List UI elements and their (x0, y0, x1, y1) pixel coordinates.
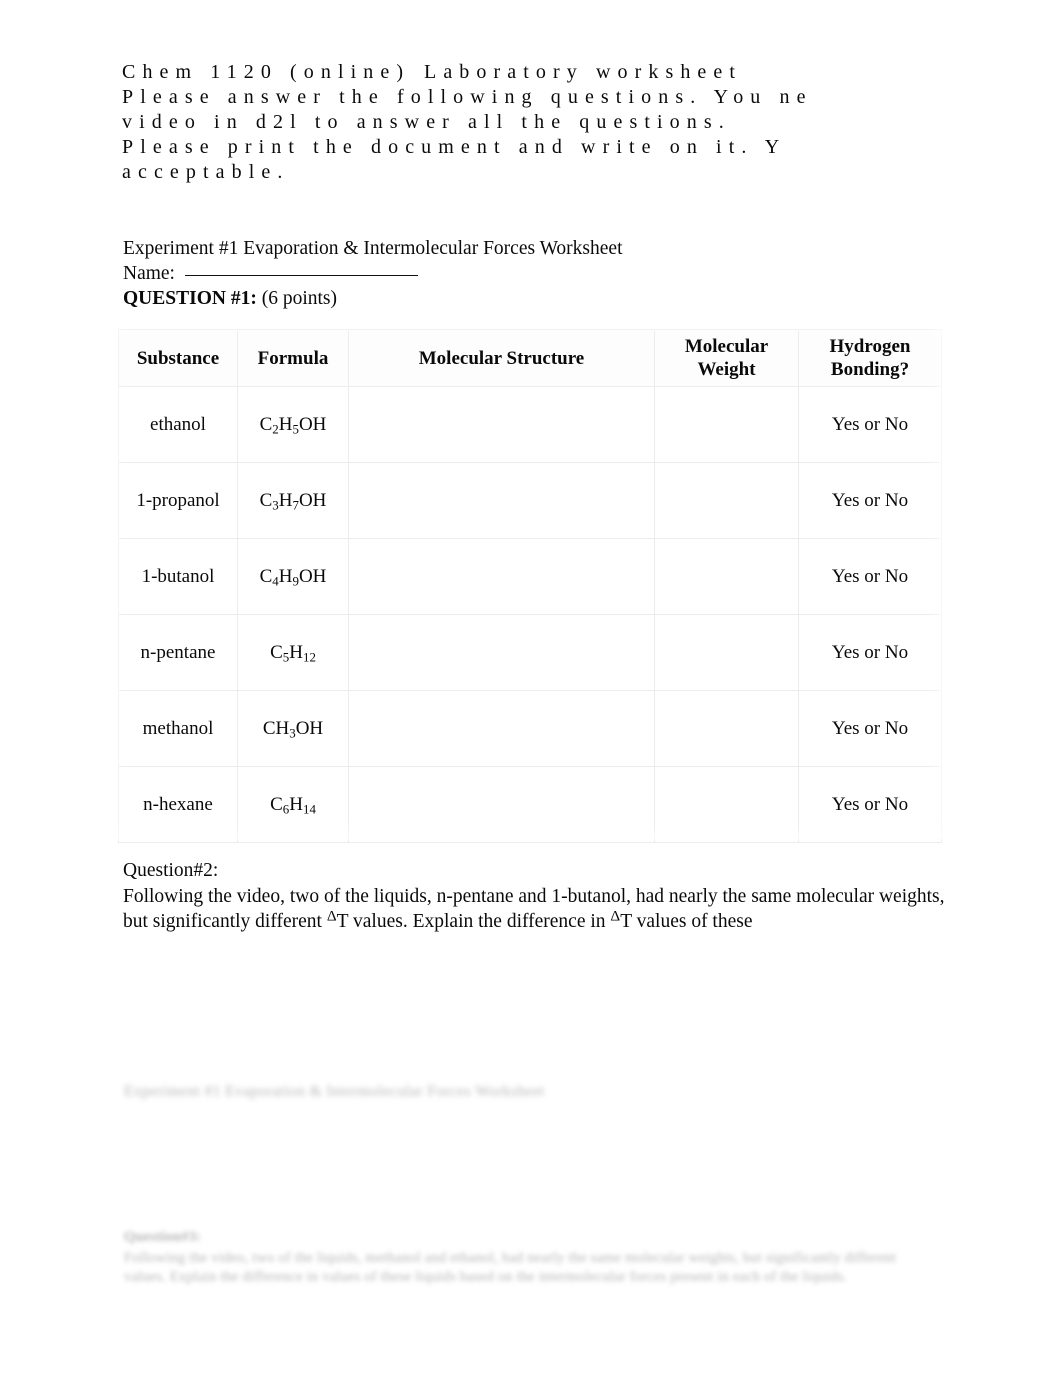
table-row: ethanol C2H5OH Yes or No (118, 386, 942, 463)
table-header-row: Substance Formula Molecular Structure Mo… (118, 329, 942, 387)
cell-substance: 1-butanol (118, 538, 238, 615)
cell-formula: C4H9OH (237, 538, 349, 615)
worksheet-header: Chem 1120 (online) Laboratory worksheet … (122, 60, 1062, 185)
column-header-hydrogen-bonding-line2: Bonding? (830, 359, 910, 380)
question-2-body: Following the video, two of the liquids,… (123, 884, 953, 935)
cell-molecular-weight[interactable] (654, 538, 799, 615)
header-line-4: Please print the document and write on i… (122, 135, 1062, 160)
cell-molecular-weight[interactable] (654, 766, 799, 843)
name-field-row: Name: (123, 261, 418, 286)
cell-molecular-weight[interactable] (654, 690, 799, 767)
delta-symbol-2: Δ (610, 907, 621, 925)
table-row: n-hexane C6H14 Yes or No (118, 766, 942, 843)
column-header-substance: Substance (118, 329, 238, 387)
cell-molecular-structure[interactable] (348, 690, 655, 767)
substances-table: Substance Formula Molecular Structure Mo… (118, 329, 942, 843)
cell-molecular-structure[interactable] (348, 386, 655, 463)
table-row: 1-propanol C3H7OH Yes or No (118, 462, 942, 539)
cell-formula: C5H12 (237, 614, 349, 691)
cell-molecular-weight[interactable] (654, 386, 799, 463)
faded-paragraph-body: Following the video, two of the liquids,… (124, 1249, 897, 1286)
cell-substance: ethanol (118, 386, 238, 463)
document-page: Chem 1120 (online) Laboratory worksheet … (0, 0, 1062, 1377)
header-line-5: acceptable. (122, 160, 1062, 185)
delta-symbol-1: Δ (326, 907, 337, 925)
question-2-text-c: T values of these (620, 911, 753, 932)
cell-formula: C6H14 (237, 766, 349, 843)
table-row: 1-butanol C4H9OH Yes or No (118, 538, 942, 615)
cell-hydrogen-bonding[interactable]: Yes or No (798, 462, 942, 539)
cell-molecular-structure[interactable] (348, 462, 655, 539)
cell-formula: CH3OH (237, 690, 349, 767)
column-header-molecular-weight: Molecular Weight (654, 329, 799, 387)
header-line-2-text: Please answer the following questions. Y… (122, 86, 813, 108)
cell-hydrogen-bonding[interactable]: Yes or No (798, 386, 942, 463)
column-header-molecular-structure: Molecular Structure (348, 329, 655, 387)
cell-hydrogen-bonding[interactable]: Yes or No (798, 690, 942, 767)
column-header-hydrogen-bonding: Hydrogen Bonding? (798, 329, 942, 387)
faded-paragraph-heading: Question#3: (124, 1229, 202, 1245)
faded-title-artifact: Experiment #1 Evaporation & Intermolecul… (124, 1083, 545, 1100)
question-1-heading: QUESTION #1: (6 points) (123, 286, 337, 311)
cell-formula: C2H5OH (237, 386, 349, 463)
cell-substance: n-pentane (118, 614, 238, 691)
column-header-molecular-weight-line2: Weight (697, 359, 756, 380)
faded-paragraph-artifact: Question#3: Following the video, two of … (124, 1228, 939, 1288)
header-line-5-text: acceptable. (122, 161, 290, 183)
cell-hydrogen-bonding[interactable]: Yes or No (798, 538, 942, 615)
header-line-1-laboratory: Laboratory worksheet (424, 61, 743, 83)
question-2-block: Question#2: Following the video, two of … (123, 858, 953, 935)
question-1-label: QUESTION #1: (123, 288, 257, 309)
question-1-points: (6 points) (261, 288, 337, 309)
name-input-rule[interactable] (184, 275, 418, 276)
column-header-molecular-weight-line1: Molecular (684, 336, 769, 357)
header-line-1: Chem 1120 (online) Laboratory worksheet (122, 60, 1062, 85)
table-head: Substance Formula Molecular Structure Mo… (118, 329, 942, 387)
table-row: n-pentane C5H12 Yes or No (118, 614, 942, 691)
cell-substance: 1-propanol (118, 462, 238, 539)
column-header-hydrogen-bonding-line1: Hydrogen (829, 336, 911, 357)
column-header-formula: Formula (237, 329, 349, 387)
cell-substance: n-hexane (118, 766, 238, 843)
cell-molecular-structure[interactable] (348, 538, 655, 615)
cell-molecular-structure[interactable] (348, 614, 655, 691)
header-line-2: Please answer the following questions. Y… (122, 85, 1062, 110)
cell-molecular-weight[interactable] (654, 614, 799, 691)
header-line-3: video in d2l to answer all the questions… (122, 110, 1062, 135)
table-body: ethanol C2H5OH Yes or No 1-propanol C3H7OH Ye… (118, 386, 942, 843)
cell-hydrogen-bonding[interactable]: Yes or No (798, 766, 942, 843)
cell-formula: C3H7OH (237, 462, 349, 539)
cell-molecular-weight[interactable] (654, 462, 799, 539)
header-line-1-course: Chem 1120 (online) (122, 61, 411, 83)
header-line-4-text: Please print the document and write on i… (122, 136, 787, 158)
name-field-label: Name: (123, 263, 175, 284)
page-title: Experiment #1 Evaporation & Intermolecul… (123, 238, 623, 259)
table-row: methanol CH3OH Yes or No (118, 690, 942, 767)
cell-hydrogen-bonding[interactable]: Yes or No (798, 614, 942, 691)
cell-molecular-structure[interactable] (348, 766, 655, 843)
cell-substance: methanol (118, 690, 238, 767)
question-2-label: Question#2: (123, 860, 219, 881)
question-2-text-b: T values. Explain the difference in (336, 911, 611, 932)
header-line-3-text: video in d2l to answer all the questions… (122, 111, 731, 133)
